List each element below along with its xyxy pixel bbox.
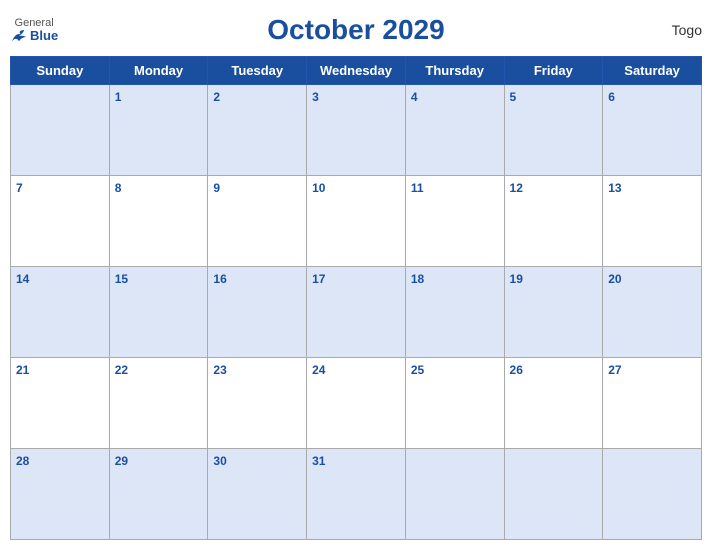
page-title: October 2029 <box>267 14 444 46</box>
calendar-cell: 19 <box>504 267 603 358</box>
day-number: 1 <box>115 90 122 104</box>
day-number: 5 <box>510 90 517 104</box>
day-number: 16 <box>213 272 226 286</box>
day-number: 18 <box>411 272 424 286</box>
weekday-header-monday: Monday <box>109 57 208 85</box>
weekday-header-sunday: Sunday <box>11 57 110 85</box>
calendar-cell: 22 <box>109 358 208 449</box>
calendar-cell: 7 <box>11 176 110 267</box>
country-label: Togo <box>672 22 702 38</box>
day-number: 10 <box>312 181 325 195</box>
calendar-cell: 14 <box>11 267 110 358</box>
calendar-cell: 29 <box>109 449 208 540</box>
day-number: 22 <box>115 363 128 377</box>
day-number: 25 <box>411 363 424 377</box>
calendar-week-4: 21 22 23 24 25 26 27 <box>11 358 702 449</box>
calendar-cell: 25 <box>405 358 504 449</box>
day-number: 7 <box>16 181 23 195</box>
calendar-cell <box>11 85 110 176</box>
weekday-header-row: SundayMondayTuesdayWednesdayThursdayFrid… <box>11 57 702 85</box>
calendar-cell: 20 <box>603 267 702 358</box>
day-number: 21 <box>16 363 29 377</box>
weekday-header-thursday: Thursday <box>405 57 504 85</box>
calendar-cell: 2 <box>208 85 307 176</box>
logo: General Blue <box>10 18 58 43</box>
calendar-week-3: 14 15 16 17 18 19 20 <box>11 267 702 358</box>
day-number: 4 <box>411 90 418 104</box>
day-number: 20 <box>608 272 621 286</box>
calendar-cell: 21 <box>11 358 110 449</box>
calendar-cell: 30 <box>208 449 307 540</box>
day-number: 11 <box>411 181 424 195</box>
day-number: 29 <box>115 454 128 468</box>
calendar-cell: 12 <box>504 176 603 267</box>
calendar-cell: 23 <box>208 358 307 449</box>
day-number: 9 <box>213 181 220 195</box>
day-number: 12 <box>510 181 523 195</box>
day-number: 6 <box>608 90 615 104</box>
calendar-cell: 1 <box>109 85 208 176</box>
calendar-cell: 26 <box>504 358 603 449</box>
weekday-header-friday: Friday <box>504 57 603 85</box>
day-number: 17 <box>312 272 325 286</box>
calendar-cell <box>603 449 702 540</box>
calendar-cell: 3 <box>307 85 406 176</box>
calendar-cell <box>405 449 504 540</box>
day-number: 26 <box>510 363 523 377</box>
day-number: 15 <box>115 272 128 286</box>
calendar-cell: 13 <box>603 176 702 267</box>
weekday-header-tuesday: Tuesday <box>208 57 307 85</box>
calendar-cell <box>504 449 603 540</box>
calendar-header: General Blue October 2029 Togo <box>10 10 702 50</box>
logo-blue-text: Blue <box>10 29 58 43</box>
calendar-cell: 18 <box>405 267 504 358</box>
calendar-cell: 28 <box>11 449 110 540</box>
day-number: 30 <box>213 454 226 468</box>
calendar-cell: 8 <box>109 176 208 267</box>
calendar-week-2: 7 8 9 10 11 12 13 <box>11 176 702 267</box>
day-number: 31 <box>312 454 325 468</box>
weekday-header-wednesday: Wednesday <box>307 57 406 85</box>
logo-general-text: General <box>15 18 54 29</box>
day-number: 14 <box>16 272 29 286</box>
day-number: 23 <box>213 363 226 377</box>
day-number: 28 <box>16 454 29 468</box>
calendar-cell: 4 <box>405 85 504 176</box>
calendar-cell: 31 <box>307 449 406 540</box>
logo-bird-icon <box>10 29 28 43</box>
day-number: 13 <box>608 181 621 195</box>
calendar-cell: 10 <box>307 176 406 267</box>
calendar-cell: 6 <box>603 85 702 176</box>
day-number: 8 <box>115 181 122 195</box>
calendar-cell: 5 <box>504 85 603 176</box>
calendar-body: 1234567891011121314151617181920212223242… <box>11 85 702 540</box>
calendar-cell: 27 <box>603 358 702 449</box>
weekday-header-saturday: Saturday <box>603 57 702 85</box>
calendar-table: SundayMondayTuesdayWednesdayThursdayFrid… <box>10 56 702 540</box>
calendar-cell: 17 <box>307 267 406 358</box>
calendar-cell: 15 <box>109 267 208 358</box>
day-number: 3 <box>312 90 319 104</box>
calendar-week-5: 28 29 30 31 <box>11 449 702 540</box>
day-number: 2 <box>213 90 220 104</box>
calendar-cell: 9 <box>208 176 307 267</box>
day-number: 19 <box>510 272 523 286</box>
day-number: 27 <box>608 363 621 377</box>
calendar-cell: 11 <box>405 176 504 267</box>
calendar-week-1: 1 2 3 4 5 6 <box>11 85 702 176</box>
day-number: 24 <box>312 363 325 377</box>
calendar-cell: 16 <box>208 267 307 358</box>
calendar-cell: 24 <box>307 358 406 449</box>
